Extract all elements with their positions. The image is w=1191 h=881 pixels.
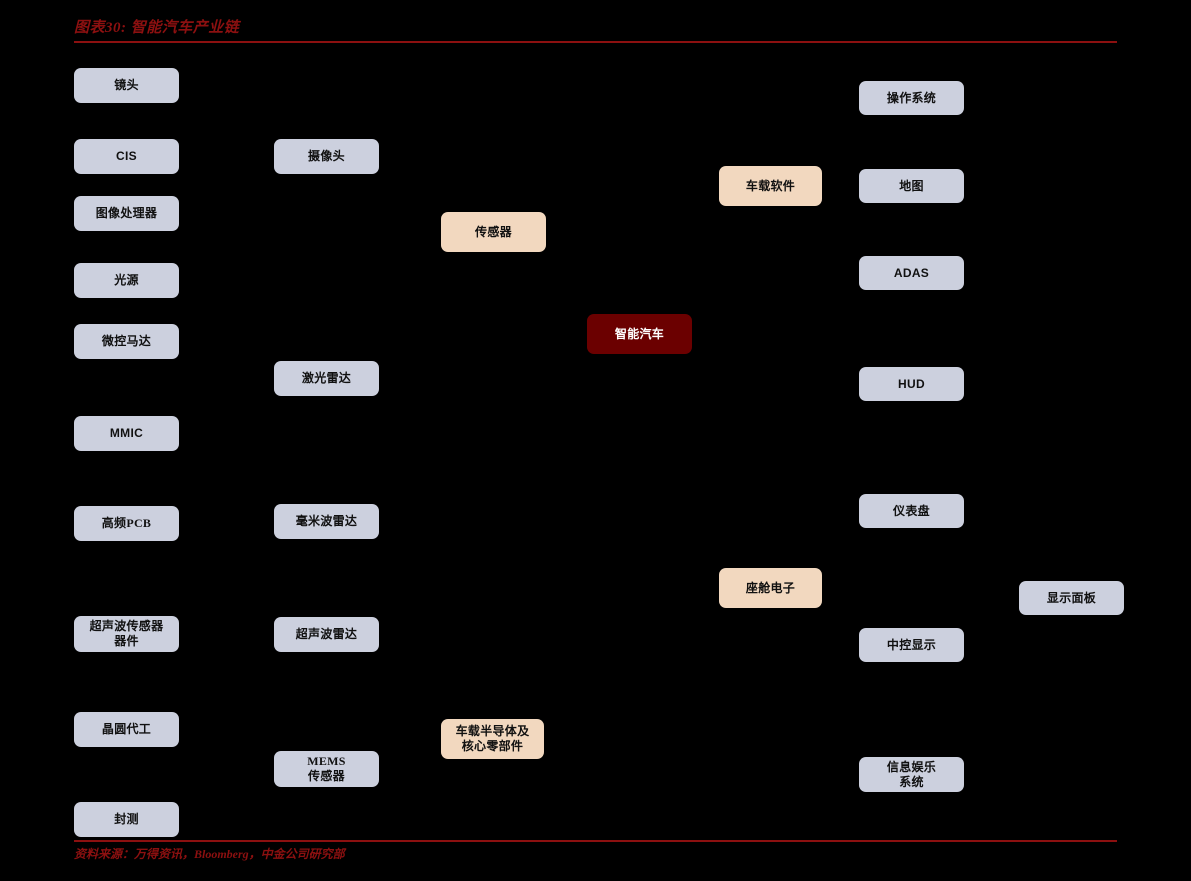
node-components-8[interactable]: 晶圆代工 [74, 712, 179, 747]
node-components-3[interactable]: 光源 [74, 263, 179, 298]
node-applications-3[interactable]: HUD [859, 367, 964, 401]
node-aggregates-1[interactable]: 车载半导体及 核心零部件 [441, 719, 544, 759]
node-components-7[interactable]: 超声波传感器 器件 [74, 616, 179, 652]
node-components-5[interactable]: MMIC [74, 416, 179, 451]
title-divider [74, 41, 1117, 43]
node-applications-4[interactable]: 仪表盘 [859, 494, 964, 528]
node-systems-0[interactable]: 车载软件 [719, 166, 822, 206]
node-aggregates-0[interactable]: 传感器 [441, 212, 546, 252]
node-components-9[interactable]: 封测 [74, 802, 179, 837]
diagram-canvas: 图表30: 智能汽车产业链 镜头 CIS 图像处理器光源微控马达 MMIC 高频PCB 超… [0, 0, 1191, 881]
footer-divider [74, 840, 1117, 842]
node-downstream-0[interactable]: 显示面板 [1019, 581, 1124, 615]
node-components-0[interactable]: 镜头 [74, 68, 179, 103]
node-components-1[interactable]: CIS [74, 139, 179, 174]
node-sensor-modules-1[interactable]: 激光雷达 [274, 361, 379, 396]
node-sensor-modules-2[interactable]: 毫米波雷达 [274, 504, 379, 539]
page-title: 图表30: 智能汽车产业链 [74, 20, 240, 36]
node-sensor-modules-3[interactable]: 超声波雷达 [274, 617, 379, 652]
node-systems-1[interactable]: 座舱电子 [719, 568, 822, 608]
node-components-4[interactable]: 微控马达 [74, 324, 179, 359]
node-applications-0[interactable]: 操作系统 [859, 81, 964, 115]
node-core-0[interactable]: 智能汽车 [587, 314, 692, 354]
node-applications-6[interactable]: 信息娱乐 系统 [859, 757, 964, 792]
node-components-6[interactable]: 高频PCB [74, 506, 179, 541]
node-applications-2[interactable]: ADAS [859, 256, 964, 290]
node-applications-1[interactable]: 地图 [859, 169, 964, 203]
node-sensor-modules-4[interactable]: MEMS 传感器 [274, 751, 379, 787]
node-sensor-modules-0[interactable]: 摄像头 [274, 139, 379, 174]
node-applications-5[interactable]: 中控显示 [859, 628, 964, 662]
node-components-2[interactable]: 图像处理器 [74, 196, 179, 231]
source-note: 资料来源：万得资讯，Bloomberg，中金公司研究部 [74, 847, 345, 861]
